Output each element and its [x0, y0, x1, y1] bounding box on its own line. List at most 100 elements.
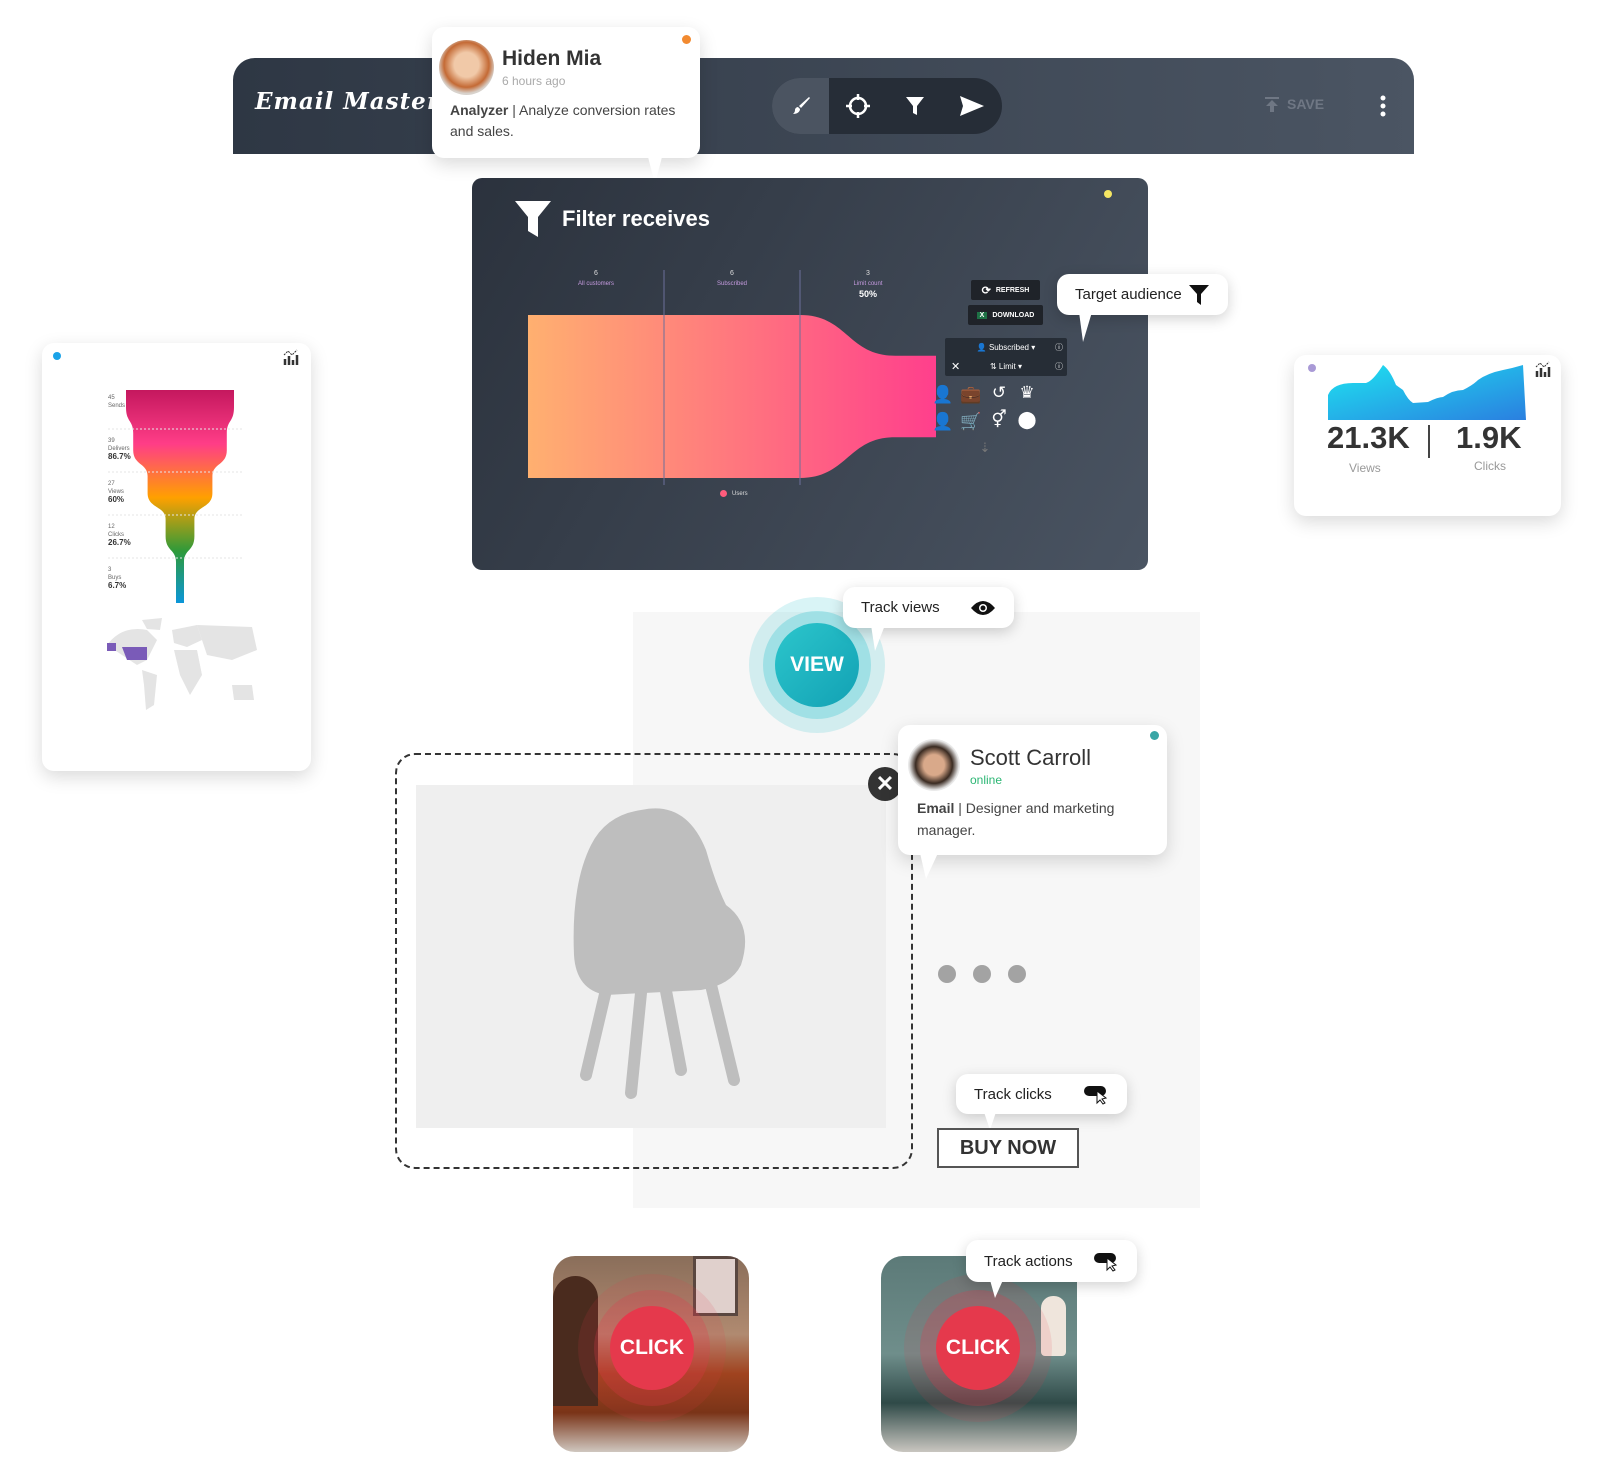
user-role: Analyzer [450, 102, 509, 118]
column-value: 6 [730, 270, 734, 277]
click-button[interactable]: CLICK [936, 1306, 1020, 1390]
pointer-click-icon [1084, 1086, 1108, 1105]
user-card-hiden-mia: Hiden Mia 6 hours ago Analyzer | Analyze… [432, 27, 700, 184]
column-label: Subscribed [716, 281, 748, 287]
gender-icon[interactable]: ⚥ [988, 410, 1010, 430]
user-plus-icon: 👤 [976, 343, 987, 352]
sort-numeric-icon[interactable]: ⇣ [974, 440, 996, 456]
column-percent: 50% [858, 289, 877, 299]
save-button[interactable]: SAVE [1263, 95, 1324, 113]
send-tool-button[interactable] [943, 78, 1000, 134]
track-actions-bubble: Track actions [966, 1240, 1137, 1298]
app-header: Email Master (F SAVE [233, 58, 1414, 154]
close-button[interactable]: ✕ [868, 767, 902, 801]
bubble-tail [1079, 312, 1092, 342]
stage-percent: 86.7% [108, 452, 131, 461]
cart-icon[interactable]: 🛒 [960, 412, 982, 432]
filter-label: Limit [998, 362, 1016, 371]
track-views-bubble: Track views [843, 587, 1014, 651]
funnel-stage-label: 3 Buys 6.7% [108, 566, 126, 590]
crown-icon[interactable]: ♛ [1016, 383, 1038, 403]
user-clock-icon[interactable]: 👤 [932, 385, 954, 405]
dot [938, 965, 956, 983]
filter-subscribed-dropdown[interactable]: 👤 Subscribed ▾ ⓘ [945, 338, 1067, 357]
more-options-icon[interactable] [1378, 94, 1388, 118]
info-icon[interactable]: ⓘ [1055, 342, 1063, 353]
eye-icon [971, 600, 995, 615]
pointer-click-icon [1094, 1253, 1118, 1272]
column-label: All customers [577, 281, 614, 287]
info-icon[interactable]: ⓘ [1055, 361, 1063, 372]
user-role: Email [917, 800, 955, 816]
views-label: Views [1349, 461, 1381, 475]
lamp-decor [1041, 1296, 1066, 1356]
briefcase-clock-icon[interactable]: 💼 [960, 385, 982, 405]
column-value: 3 [866, 270, 870, 277]
divider [1428, 425, 1430, 458]
crosshair-icon [845, 94, 870, 118]
user-plus-icon[interactable]: 👤 [932, 412, 954, 432]
buy-now-button[interactable]: BUY NOW [937, 1128, 1079, 1168]
bubble-label: Track clicks [974, 1085, 1052, 1103]
stage-percent: 60% [108, 495, 125, 504]
chart-icon[interactable] [1534, 360, 1552, 378]
product-image [416, 785, 886, 1128]
funnel-series-users [528, 315, 936, 478]
stage-name: Sends [108, 403, 126, 409]
stage-percent: 6.7% [108, 581, 127, 590]
stage-value: 12 [108, 524, 115, 530]
bubble-label: Track views [861, 599, 940, 616]
funnel-chart: 6 All customers 6 Subscribed 3 Limit count 50%… [528, 270, 938, 500]
filter-tool-button[interactable] [886, 78, 943, 134]
target-tool-button[interactable] [829, 78, 886, 134]
chart-legend: Users [720, 490, 748, 497]
download-label: DOWNLOAD [992, 311, 1035, 319]
timestamp: 6 hours ago [502, 74, 566, 88]
filter-limit-dropdown[interactable]: ✕ ⇅ Limit ▾ ⓘ [945, 357, 1067, 376]
filter-icon [905, 97, 924, 115]
brush-tool-button[interactable] [772, 78, 829, 134]
close-icon[interactable]: ✕ [951, 360, 960, 373]
view-button[interactable]: VIEW [775, 623, 859, 707]
user-card-scott-carroll: Scott Carroll online Email | Designer an… [898, 725, 1167, 879]
undo-icon[interactable]: ↺ [988, 383, 1010, 403]
refresh-icon: ⟳ [981, 284, 991, 297]
clicks-label: Clicks [1474, 459, 1506, 473]
dot [1008, 965, 1026, 983]
bubble-label: Target audience [1075, 286, 1182, 303]
status-dot [1308, 364, 1316, 372]
funnel-column-header: 6 Subscribed [664, 270, 800, 287]
stage-value: 27 [108, 481, 115, 487]
stage-value: 45 [108, 395, 115, 401]
living-room-photo: CLICK [553, 1256, 749, 1452]
download-button[interactable]: X DOWNLOAD [968, 305, 1043, 325]
bubble-tail [920, 853, 938, 879]
funnel-stage-label: 39 Delivers 86.7% [108, 437, 131, 461]
funnel-column-header: 3 Limit count 50% [800, 270, 936, 299]
user-status: online [970, 773, 1003, 787]
save-label: SAVE [1287, 96, 1325, 112]
status-dot [1150, 731, 1159, 740]
views-sparkline [1328, 365, 1526, 420]
bubble-tail [990, 1280, 1003, 1298]
filter-label: Subscribed [988, 343, 1029, 352]
target-audience-bubble: Target audience [1057, 274, 1228, 342]
click-button[interactable]: CLICK [610, 1306, 694, 1390]
views-clicks-card: 21.3K 1.9K Views Clicks [1294, 355, 1561, 516]
send-icon [959, 96, 984, 116]
toolbar [772, 78, 1002, 134]
funnel-stage-label: 27 Views 60% [108, 480, 124, 504]
status-dot [1104, 190, 1112, 198]
bubble-label: Track actions [984, 1252, 1073, 1270]
refresh-button[interactable]: ⟳ REFRESH [971, 280, 1040, 300]
close-icon: ✕ [875, 771, 895, 796]
funnel-shape [126, 390, 234, 603]
sort-icon: ⇅ [989, 362, 997, 371]
funnel-stage-label: 12 Clicks 26.7% [108, 523, 131, 547]
funnel-stage-label: 45 Sends [108, 394, 125, 410]
logo-text: Email Master [255, 88, 440, 115]
excel-icon: X [976, 311, 988, 319]
location-pin-icon[interactable]: ⬤ [1016, 410, 1038, 430]
wall-frame [693, 1256, 738, 1316]
column-value: 6 [594, 270, 598, 277]
